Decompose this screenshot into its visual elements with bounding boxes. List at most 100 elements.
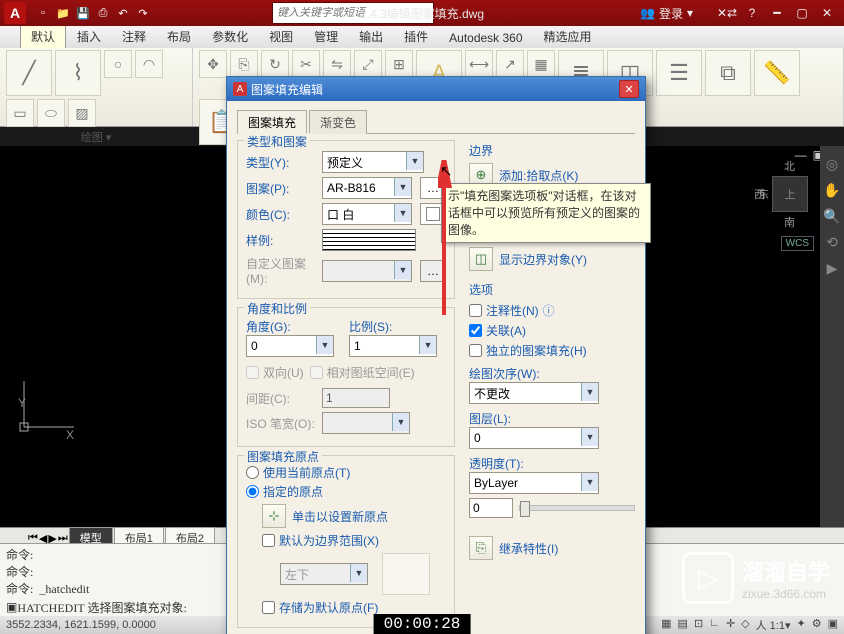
qat-redo-icon[interactable]: ↷	[134, 4, 152, 22]
radio-current-origin[interactable]: 使用当前原点(T)	[246, 464, 446, 481]
combo-scale[interactable]: 1▼	[349, 335, 437, 357]
tab-addins[interactable]: 插件	[394, 25, 438, 48]
chevron-down-icon[interactable]: ▼	[316, 336, 333, 354]
command-prompt[interactable]: HATCHEDIT 选择图案填充对象:	[17, 599, 186, 616]
qat-print-icon[interactable]: ⎙	[94, 4, 112, 22]
combo-color[interactable]: 口 白▼	[322, 203, 412, 225]
chk-separate[interactable]: 独立的图案填充(H)	[469, 342, 635, 359]
tab-a360[interactable]: Autodesk 360	[439, 28, 532, 48]
nav-orbit-icon[interactable]: ⟲	[823, 234, 841, 252]
mirror-tool-icon[interactable]: ⇋	[323, 50, 351, 78]
combo-pattern[interactable]: AR-B816▼	[322, 177, 412, 199]
status-osnap-icon[interactable]: ◇	[741, 617, 749, 633]
btn-set-origin[interactable]: ⊹单击以设置新原点	[262, 504, 446, 528]
transparency-value[interactable]: 0	[469, 498, 513, 518]
maximize-button[interactable]: ▢	[791, 4, 813, 22]
status-grid-icon[interactable]: ▤	[678, 617, 688, 633]
qat-save-icon[interactable]: 💾	[74, 4, 92, 22]
circle-tool-icon[interactable]: ○	[104, 50, 132, 78]
utilities-tool-icon[interactable]: 📏	[754, 50, 800, 96]
dim-tool-icon[interactable]: ⟷	[465, 50, 493, 78]
line-tool-icon[interactable]: ╱	[6, 50, 52, 96]
combo-angle[interactable]: 0▼	[246, 335, 334, 357]
nav-pan-icon[interactable]: ✋	[823, 182, 841, 200]
chevron-down-icon[interactable]: ▼	[394, 204, 411, 222]
dialog-tab-gradient[interactable]: 渐变色	[309, 110, 367, 134]
ribbon-group-draw-label[interactable]: 绘图 ▾	[6, 127, 186, 147]
qat-undo-icon[interactable]: ↶	[114, 4, 132, 22]
ribbon-tabbar: 默认 插入 注释 布局 参数化 视图 管理 输出 插件 Autodesk 360…	[0, 26, 844, 48]
chevron-down-icon[interactable]: ▼	[419, 336, 436, 354]
tab-parametric[interactable]: 参数化	[202, 25, 258, 48]
qat-open-icon[interactable]: 📁	[54, 4, 72, 22]
tab-view[interactable]: 视图	[259, 25, 303, 48]
btn-inherit[interactable]: ⎘继承特性(I)	[469, 536, 635, 560]
tab-layout[interactable]: 布局	[157, 25, 201, 48]
login-link[interactable]: 登录	[659, 5, 683, 22]
viewcube[interactable]: 北 西 东 南 上	[754, 158, 824, 228]
chevron-down-icon[interactable]: ▼	[581, 428, 598, 446]
status-model-icon[interactable]: ▦	[661, 617, 671, 633]
dialog-tab-hatch[interactable]: 图案填充	[237, 110, 307, 134]
status-clean-icon[interactable]: ▣	[828, 617, 838, 633]
viewcube-face[interactable]: 上	[772, 176, 808, 212]
close-button[interactable]: ✕	[816, 4, 838, 22]
polyline-tool-icon[interactable]: ⌇	[55, 50, 101, 96]
info-icon[interactable]: ⓘ	[543, 302, 555, 319]
trim-tool-icon[interactable]: ✂	[292, 50, 320, 78]
table-tool-icon[interactable]: ▦	[527, 50, 555, 78]
chk-annotative[interactable]: 注释性(N) ⓘ	[469, 302, 635, 319]
transparency-slider[interactable]	[519, 505, 635, 511]
exchange-icon[interactable]: ✕⇄	[716, 4, 738, 22]
login-dropdown-icon[interactable]: ▾	[687, 6, 693, 20]
radio-specified-origin[interactable]: 指定的原点	[246, 483, 446, 500]
chk-default-extents[interactable]: 默认为边界范围(X)	[262, 532, 446, 549]
chevron-down-icon[interactable]: ▼	[581, 383, 598, 401]
array-tool-icon[interactable]: ⊞	[385, 50, 413, 78]
dialog-titlebar[interactable]: A图案填充编辑 ✕	[227, 77, 645, 101]
combo-layer[interactable]: 0▼	[469, 427, 599, 449]
tab-default[interactable]: 默认	[20, 24, 66, 48]
move-tool-icon[interactable]: ✥	[199, 50, 227, 78]
tab-featured[interactable]: 精选应用	[534, 25, 602, 48]
rotate-tool-icon[interactable]: ↻	[261, 50, 289, 78]
nav-showmotion-icon[interactable]: ▶	[823, 260, 841, 278]
leader-tool-icon[interactable]: ↗	[496, 50, 524, 78]
scale-tool-icon[interactable]: ⤢	[354, 50, 382, 78]
rect-tool-icon[interactable]: ▭	[6, 99, 34, 127]
help-icon[interactable]: ?	[741, 4, 763, 22]
combo-transparency[interactable]: ByLayer▼	[469, 472, 599, 494]
status-polar-icon[interactable]: ✛	[726, 617, 735, 633]
status-annoscale-icon[interactable]: ✦	[797, 617, 806, 633]
arc-tool-icon[interactable]: ◠	[135, 50, 163, 78]
combo-draworder[interactable]: 不更改▼	[469, 382, 599, 404]
nav-wheel-icon[interactable]: ◎	[823, 156, 841, 174]
ellipse-tool-icon[interactable]: ⬭	[37, 99, 65, 127]
chevron-down-icon[interactable]: ▼	[394, 178, 411, 196]
status-scale-label[interactable]: 人 1:1▾	[756, 617, 791, 633]
chk-associative[interactable]: 关联(A)	[469, 322, 635, 339]
user-icon[interactable]: 👥	[640, 6, 655, 20]
btn-show-boundary[interactable]: ◫显示边界对象(Y)	[469, 247, 635, 271]
chevron-down-icon[interactable]: ▼	[406, 152, 423, 170]
combo-type[interactable]: 预定义▼	[322, 151, 424, 173]
nav-zoom-icon[interactable]: 🔍	[823, 208, 841, 226]
status-ortho-icon[interactable]: ∟	[709, 617, 720, 633]
group-tool-icon[interactable]: ⧉	[705, 50, 751, 96]
pattern-sample[interactable]	[322, 229, 416, 251]
copy-tool-icon[interactable]: ⎘	[230, 50, 258, 78]
qat-new-icon[interactable]: ▫	[34, 4, 52, 22]
slider-thumb[interactable]	[520, 501, 530, 517]
status-snap-icon[interactable]: ⊡	[694, 617, 703, 633]
properties-tool-icon[interactable]: ☰	[656, 50, 702, 96]
tab-insert[interactable]: 插入	[67, 25, 111, 48]
chevron-down-icon[interactable]: ▼	[581, 473, 598, 491]
hatch-tool-icon[interactable]: ▨	[68, 99, 96, 127]
minimize-button[interactable]: ━	[766, 4, 788, 22]
tab-output[interactable]: 输出	[349, 25, 393, 48]
tab-manage[interactable]: 管理	[304, 25, 348, 48]
status-workspace-icon[interactable]: ⚙	[812, 617, 822, 633]
app-menu-icon[interactable]: A	[4, 2, 26, 24]
tab-annotate[interactable]: 注释	[112, 25, 156, 48]
dialog-close-button[interactable]: ✕	[619, 80, 639, 98]
